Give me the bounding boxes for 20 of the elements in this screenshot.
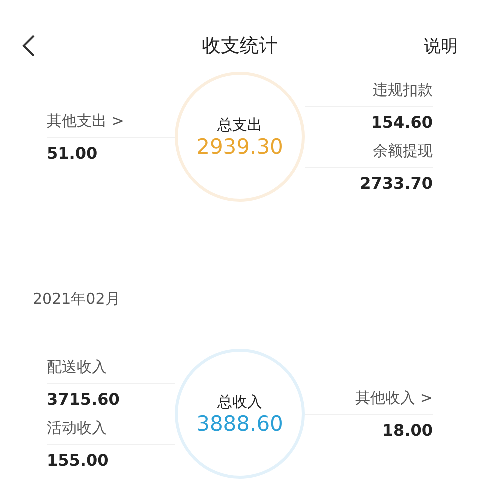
total-amount: 3888.60 bbox=[196, 412, 284, 436]
category-label: 余额提现 bbox=[305, 142, 433, 168]
amount-value: 51.00 bbox=[47, 144, 99, 162]
page-title: 收支统计 bbox=[202, 34, 278, 59]
amount-value: 3715.60 bbox=[47, 390, 121, 409]
help-link[interactable]: 说明 bbox=[424, 34, 458, 58]
category-label: 违规扣款 bbox=[305, 81, 433, 107]
category-label[interactable]: 其他支出 > bbox=[47, 112, 175, 138]
category-label: 活动收入 bbox=[47, 419, 175, 445]
month-label: 2021年02月 bbox=[33, 290, 122, 309]
amount-value: 2733.70 bbox=[360, 174, 433, 193]
amount-value: 155.00 bbox=[47, 451, 110, 470]
amount-value: 154.60 bbox=[371, 113, 433, 132]
total-label: 总支出 bbox=[218, 116, 262, 134]
total-amount: 2939.30 bbox=[196, 134, 284, 158]
back-icon[interactable] bbox=[22, 34, 36, 58]
category-label: 配送收入 bbox=[47, 358, 175, 384]
amount-value: 18.00 bbox=[382, 420, 433, 440]
category-label: 其他收入 > bbox=[305, 388, 433, 414]
total-label: 总收入 bbox=[218, 392, 262, 412]
